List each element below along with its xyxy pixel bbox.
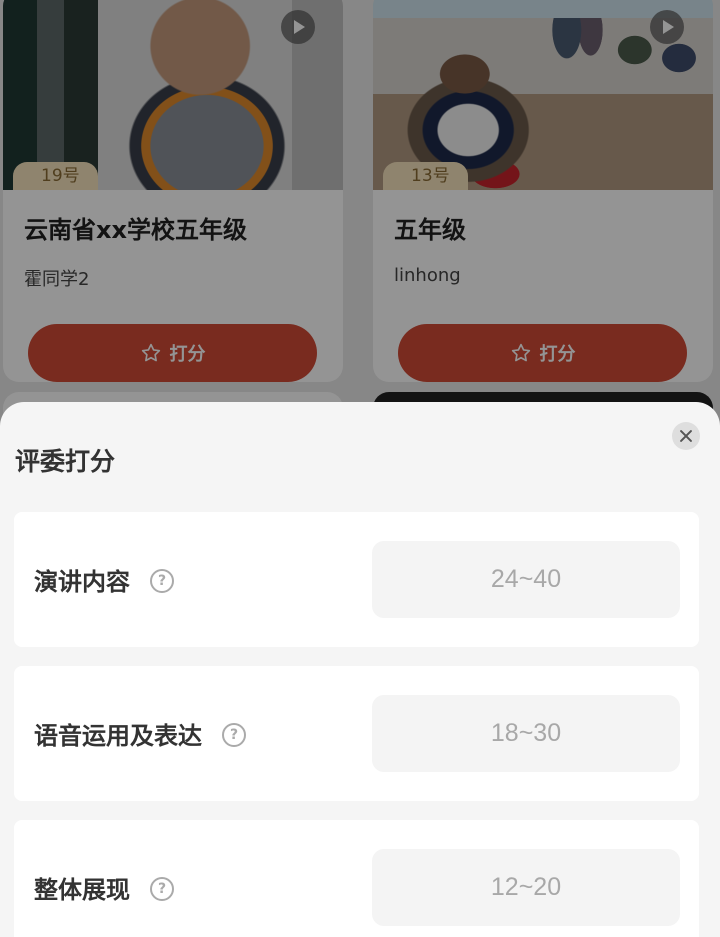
criterion-label: 演讲内容 — [34, 568, 130, 596]
criterion-label-group: 语音运用及表达 ? — [34, 666, 246, 801]
criterion-label-group: 整体展现 ? — [34, 820, 174, 937]
criterion-row: 演讲内容 ? — [14, 512, 699, 647]
screen: 19号 云南省xx学校五年级 霍同学2 打分 13号 五年级 linhong 打… — [0, 0, 720, 937]
help-icon[interactable]: ? — [150, 568, 174, 593]
help-icon[interactable]: ? — [150, 876, 174, 901]
criterion-row: 语音运用及表达 ? — [14, 666, 699, 801]
score-input[interactable] — [372, 695, 680, 772]
score-input[interactable] — [372, 541, 680, 618]
close-icon[interactable] — [672, 422, 700, 450]
judge-score-sheet: 评委打分 演讲内容 ? 语音运用及表达 ? 整体展现 ? — [0, 402, 720, 937]
criterion-label: 语音运用及表达 — [34, 722, 202, 750]
criterion-label-group: 演讲内容 ? — [34, 512, 174, 647]
score-input[interactable] — [372, 849, 680, 926]
criterion-row: 整体展现 ? — [14, 820, 699, 937]
help-icon[interactable]: ? — [222, 722, 246, 747]
sheet-title: 评委打分 — [15, 447, 116, 476]
criterion-label: 整体展现 — [34, 876, 130, 904]
